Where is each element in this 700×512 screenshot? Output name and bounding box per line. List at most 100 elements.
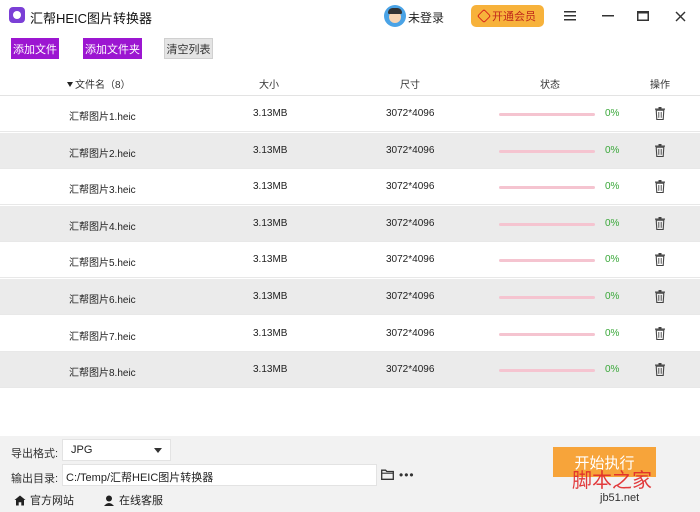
watermark-url: jb51.net <box>600 492 640 504</box>
trash-icon[interactable] <box>655 253 665 267</box>
trash-icon[interactable] <box>655 180 665 194</box>
file-name: 汇帮图片7.heic <box>69 331 136 343</box>
file-size: 3.13MB <box>253 327 288 339</box>
support-agent-icon <box>104 495 114 506</box>
menu-button[interactable] <box>560 6 580 26</box>
trash-icon[interactable] <box>655 143 665 157</box>
file-dims: 3072*4096 <box>386 217 435 229</box>
table-row[interactable]: 汇帮图片7.heic 3.13MB 3072*4096 0% <box>0 316 700 352</box>
file-name: 汇帮图片1.heic <box>69 112 136 123</box>
file-dims: 3072*4096 <box>386 108 435 119</box>
trash-icon[interactable] <box>655 363 665 377</box>
file-size: 3.13MB <box>253 364 288 376</box>
table-header: 文件名（8） 大小 尺寸 状态 操作 <box>0 66 700 96</box>
progress-bar <box>499 222 595 226</box>
column-name-label: 文件名（8） <box>75 80 131 91</box>
chevron-down-icon <box>154 448 162 453</box>
title-bar: 汇帮HEIC图片转换器 未登录 开通会员 <box>0 0 700 32</box>
column-name[interactable]: 文件名（8） <box>67 76 131 91</box>
format-select[interactable]: JPG <box>62 439 171 461</box>
file-name: 汇帮图片5.heic <box>69 258 136 270</box>
hamburger-icon <box>564 11 576 21</box>
file-dims: 3072*4096 <box>386 364 435 376</box>
folder-icon[interactable] <box>381 469 394 480</box>
add-folder-button[interactable]: 添加文件夹 <box>83 38 142 59</box>
file-size: 3.13MB <box>253 291 288 302</box>
progress-bar <box>499 186 595 190</box>
online-support-label: 在线客服 <box>119 495 163 507</box>
maximize-button[interactable] <box>633 6 653 26</box>
file-size: 3.13MB <box>253 181 288 193</box>
progress-bar <box>499 369 595 373</box>
progress-percent: 0% <box>605 291 620 302</box>
official-website-label: 官方网站 <box>30 495 74 507</box>
online-support-link[interactable]: 在线客服 <box>103 492 163 508</box>
column-status: 状态 <box>540 80 560 91</box>
progress-percent: 0% <box>605 327 620 339</box>
progress-percent: 0% <box>605 144 620 156</box>
file-dims: 3072*4096 <box>386 327 435 339</box>
minimize-icon <box>602 15 614 17</box>
home-icon <box>14 495 26 505</box>
progress-bar <box>499 113 595 116</box>
official-website-link[interactable]: 官方网站 <box>14 492 74 508</box>
maximize-icon <box>637 11 649 21</box>
table-row[interactable]: 汇帮图片2.heic 3.13MB 3072*4096 0% <box>0 132 700 169</box>
file-dims: 3072*4096 <box>386 181 435 193</box>
file-dims: 3072*4096 <box>386 291 435 302</box>
output-dir-label: 输出目录: <box>11 473 59 485</box>
close-button[interactable] <box>670 6 690 26</box>
vip-label: 开通会员 <box>492 11 536 23</box>
watermark-logo: 脚本之家 <box>572 468 652 492</box>
table-row[interactable]: 汇帮图片3.heic 3.13MB 3072*4096 0% <box>0 169 700 206</box>
table-row[interactable]: 汇帮图片6.heic 3.13MB 3072*4096 0% <box>0 279 700 315</box>
trash-icon[interactable] <box>655 216 665 230</box>
file-dims: 3072*4096 <box>386 144 435 156</box>
output-dir-input[interactable]: C:/Temp/汇帮HEIC图片转换器 <box>62 464 377 486</box>
format-value: JPG <box>71 444 93 456</box>
progress-percent: 0% <box>605 181 620 193</box>
table-row[interactable]: 汇帮图片4.heic 3.13MB 3072*4096 0% <box>0 205 700 242</box>
file-size: 3.13MB <box>253 108 288 119</box>
progress-bar <box>499 332 595 336</box>
progress-percent: 0% <box>605 254 620 266</box>
column-dims: 尺寸 <box>400 80 420 91</box>
file-dims: 3072*4096 <box>386 254 435 266</box>
trash-icon[interactable] <box>655 326 665 340</box>
sort-desc-icon <box>67 82 73 87</box>
trash-icon[interactable] <box>655 290 665 303</box>
file-name: 汇帮图片6.heic <box>69 295 136 306</box>
progress-bar <box>499 149 595 153</box>
add-files-button[interactable]: 添加文件 <box>11 38 59 59</box>
file-size: 3.13MB <box>253 254 288 266</box>
progress-bar <box>499 259 595 263</box>
file-size: 3.13MB <box>253 144 288 156</box>
file-name: 汇帮图片3.heic <box>69 185 136 197</box>
file-name: 汇帮图片4.heic <box>69 221 136 233</box>
app-title: 汇帮HEIC图片转换器 <box>30 11 153 26</box>
login-status[interactable]: 未登录 <box>408 9 444 26</box>
column-action: 操作 <box>650 80 670 91</box>
table-row[interactable]: 汇帮图片5.heic 3.13MB 3072*4096 0% <box>0 242 700 279</box>
app-logo-icon <box>9 7 25 23</box>
minimize-button[interactable] <box>598 6 618 26</box>
close-icon <box>675 11 685 21</box>
column-size: 大小 <box>259 80 279 91</box>
format-label: 导出格式: <box>11 448 59 460</box>
table-row[interactable]: 汇帮图片8.heic 3.13MB 3072*4096 0% <box>0 352 700 389</box>
diamond-icon <box>476 8 492 24</box>
user-avatar[interactable] <box>384 5 406 27</box>
clear-list-button[interactable]: 清空列表 <box>164 38 213 59</box>
progress-percent: 0% <box>605 108 620 119</box>
trash-icon[interactable] <box>655 107 665 120</box>
progress-bar <box>499 296 595 299</box>
progress-percent: 0% <box>605 217 620 229</box>
more-options-icon[interactable]: ••• <box>399 468 415 482</box>
table-row[interactable]: 汇帮图片1.heic 3.13MB 3072*4096 0% <box>0 96 700 132</box>
toolbar: 添加文件 添加文件夹 清空列表 <box>0 32 700 66</box>
vip-button[interactable]: 开通会员 <box>471 5 544 27</box>
file-name: 汇帮图片2.heic <box>69 148 136 160</box>
file-size: 3.13MB <box>253 217 288 229</box>
file-name: 汇帮图片8.heic <box>69 368 136 380</box>
progress-percent: 0% <box>605 364 620 376</box>
